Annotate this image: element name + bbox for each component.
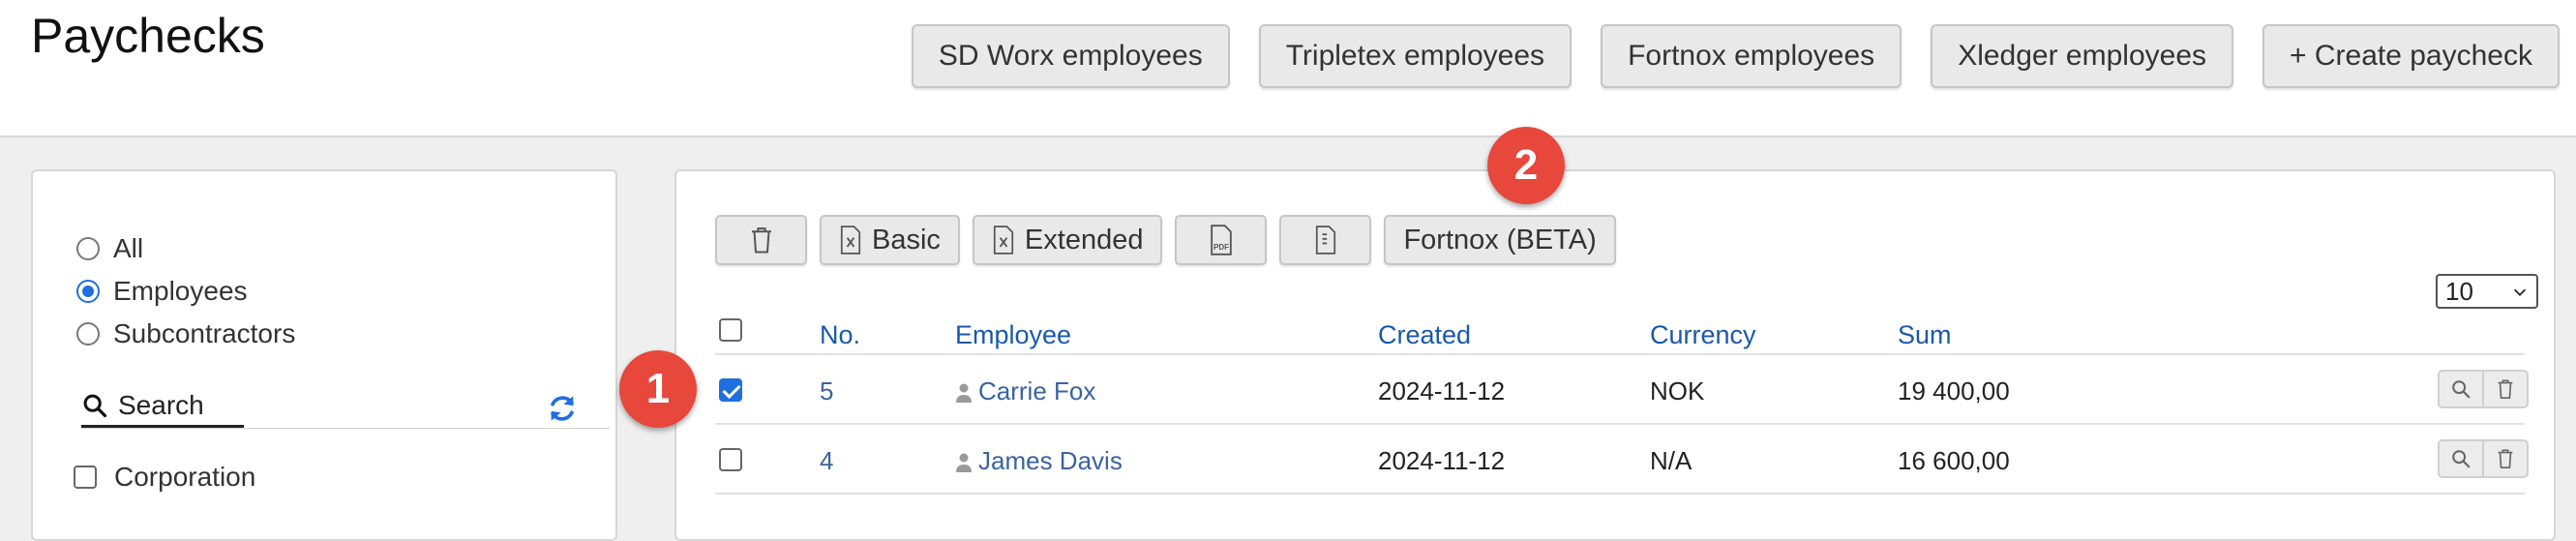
sd-worx-employees-button[interactable]: SD Worx employees: [911, 24, 1230, 88]
export-document-button[interactable]: [1279, 215, 1372, 265]
export-extended-button[interactable]: Extended: [972, 215, 1163, 265]
search-icon: [83, 394, 107, 418]
radio-employees[interactable]: [76, 280, 100, 303]
table-row[interactable]: 5 Carrie Fox 2024-11-12 NOK 19 400,00: [715, 355, 2529, 425]
svg-text:PDF: PDF: [1213, 243, 1229, 252]
table-row[interactable]: 4 James Davis 2024-11-12 N/A 16 600,00: [715, 425, 2529, 495]
search-label: Search: [118, 390, 204, 420]
radio-subcontractors[interactable]: [76, 322, 100, 346]
top-bar: Paychecks SD Worx employees Tripletex em…: [0, 0, 2576, 137]
delete-button[interactable]: [715, 215, 807, 265]
table-header: No. Employee Created Currency Sum: [715, 315, 2525, 355]
page-size-select[interactable]: 10: [2436, 274, 2538, 309]
filter-panel: All Employees Subcontractors Search Corp…: [31, 169, 617, 541]
trash-icon: [751, 227, 771, 254]
trash-icon: [2498, 449, 2513, 468]
top-actions: SD Worx employees Tripletex employees Fo…: [911, 24, 2560, 88]
employee-link[interactable]: Carrie Fox: [955, 376, 1095, 406]
sum-value: 19 400,00: [1898, 376, 2010, 406]
filter-option-label: Employees: [113, 276, 248, 306]
fortnox-label: Fortnox (BETA): [1403, 224, 1597, 255]
row-actions: [2438, 439, 2529, 478]
corporation-label: Corporation: [114, 462, 256, 492]
page-size-value: 10: [2445, 276, 2473, 306]
sum-value: 16 600,00: [1898, 446, 2010, 475]
row-delete-button[interactable]: [2482, 441, 2527, 476]
corporation-checkbox[interactable]: [74, 466, 97, 489]
filter-option-subcontractors[interactable]: Subcontractors: [76, 318, 295, 349]
filter-option-employees[interactable]: Employees: [76, 276, 248, 307]
column-header-created[interactable]: Created: [1378, 320, 1471, 350]
radio-all[interactable]: [76, 237, 100, 260]
row-delete-button[interactable]: [2482, 372, 2527, 406]
refresh-icon[interactable]: [546, 392, 579, 425]
search-divider: [81, 428, 610, 429]
excel-file-icon: [840, 225, 861, 255]
xledger-employees-button[interactable]: Xledger employees: [1931, 24, 2234, 88]
created-date: 2024-11-12: [1378, 446, 1506, 475]
column-header-employee[interactable]: Employee: [955, 320, 1071, 350]
employee-link[interactable]: James Davis: [955, 446, 1123, 476]
extended-label: Extended: [1024, 224, 1144, 255]
person-icon: [956, 383, 972, 404]
export-pdf-button[interactable]: PDF: [1175, 215, 1268, 265]
view-button[interactable]: [2440, 441, 2482, 476]
paychecks-panel: Basic Extended PDF Fortnox (BETA) 10 No.…: [674, 169, 2556, 541]
created-date: 2024-11-12: [1378, 376, 1506, 406]
row-actions: [2438, 370, 2529, 408]
filter-option-label: All: [113, 233, 144, 263]
table-toolbar: Basic Extended PDF Fortnox (BETA): [715, 215, 1616, 265]
row-checkbox[interactable]: [719, 448, 742, 471]
fortnox-export-button[interactable]: Fortnox (BETA): [1384, 215, 1616, 265]
view-button[interactable]: [2440, 372, 2482, 406]
person-icon: [956, 453, 972, 473]
search-icon: [2452, 380, 2471, 399]
chevron-down-icon: [2513, 288, 2527, 296]
column-header-currency[interactable]: Currency: [1650, 320, 1756, 350]
filter-option-label: Subcontractors: [113, 318, 296, 348]
basic-label: Basic: [872, 224, 941, 255]
pdf-file-icon: PDF: [1211, 225, 1232, 255]
row-checkbox[interactable]: [719, 378, 742, 402]
trash-icon: [2498, 379, 2513, 399]
paycheck-number-link[interactable]: 5: [820, 376, 833, 406]
document-icon: [1315, 225, 1336, 255]
employee-name: James Davis: [978, 446, 1123, 475]
paycheck-number-link[interactable]: 4: [820, 446, 833, 476]
fortnox-employees-button[interactable]: Fortnox employees: [1601, 24, 1902, 88]
column-header-no[interactable]: No.: [820, 320, 860, 350]
corporation-filter[interactable]: Corporation: [74, 462, 255, 493]
tripletex-employees-button[interactable]: Tripletex employees: [1258, 24, 1573, 88]
search-icon: [2452, 450, 2471, 468]
excel-file-icon: [993, 225, 1014, 255]
page-title: Paychecks: [31, 9, 265, 63]
select-all-checkbox[interactable]: [719, 318, 742, 342]
callout-badge-2: 2: [1487, 127, 1565, 204]
export-basic-button[interactable]: Basic: [820, 215, 960, 265]
filter-option-all[interactable]: All: [76, 233, 143, 264]
search-tab[interactable]: Search: [81, 386, 244, 428]
column-header-sum[interactable]: Sum: [1898, 320, 1952, 350]
currency-value: NOK: [1650, 376, 1705, 406]
currency-value: N/A: [1650, 446, 1692, 475]
employee-name: Carrie Fox: [978, 376, 1096, 406]
callout-badge-1: 1: [619, 350, 697, 428]
create-paycheck-button[interactable]: + Create paycheck: [2262, 24, 2560, 88]
